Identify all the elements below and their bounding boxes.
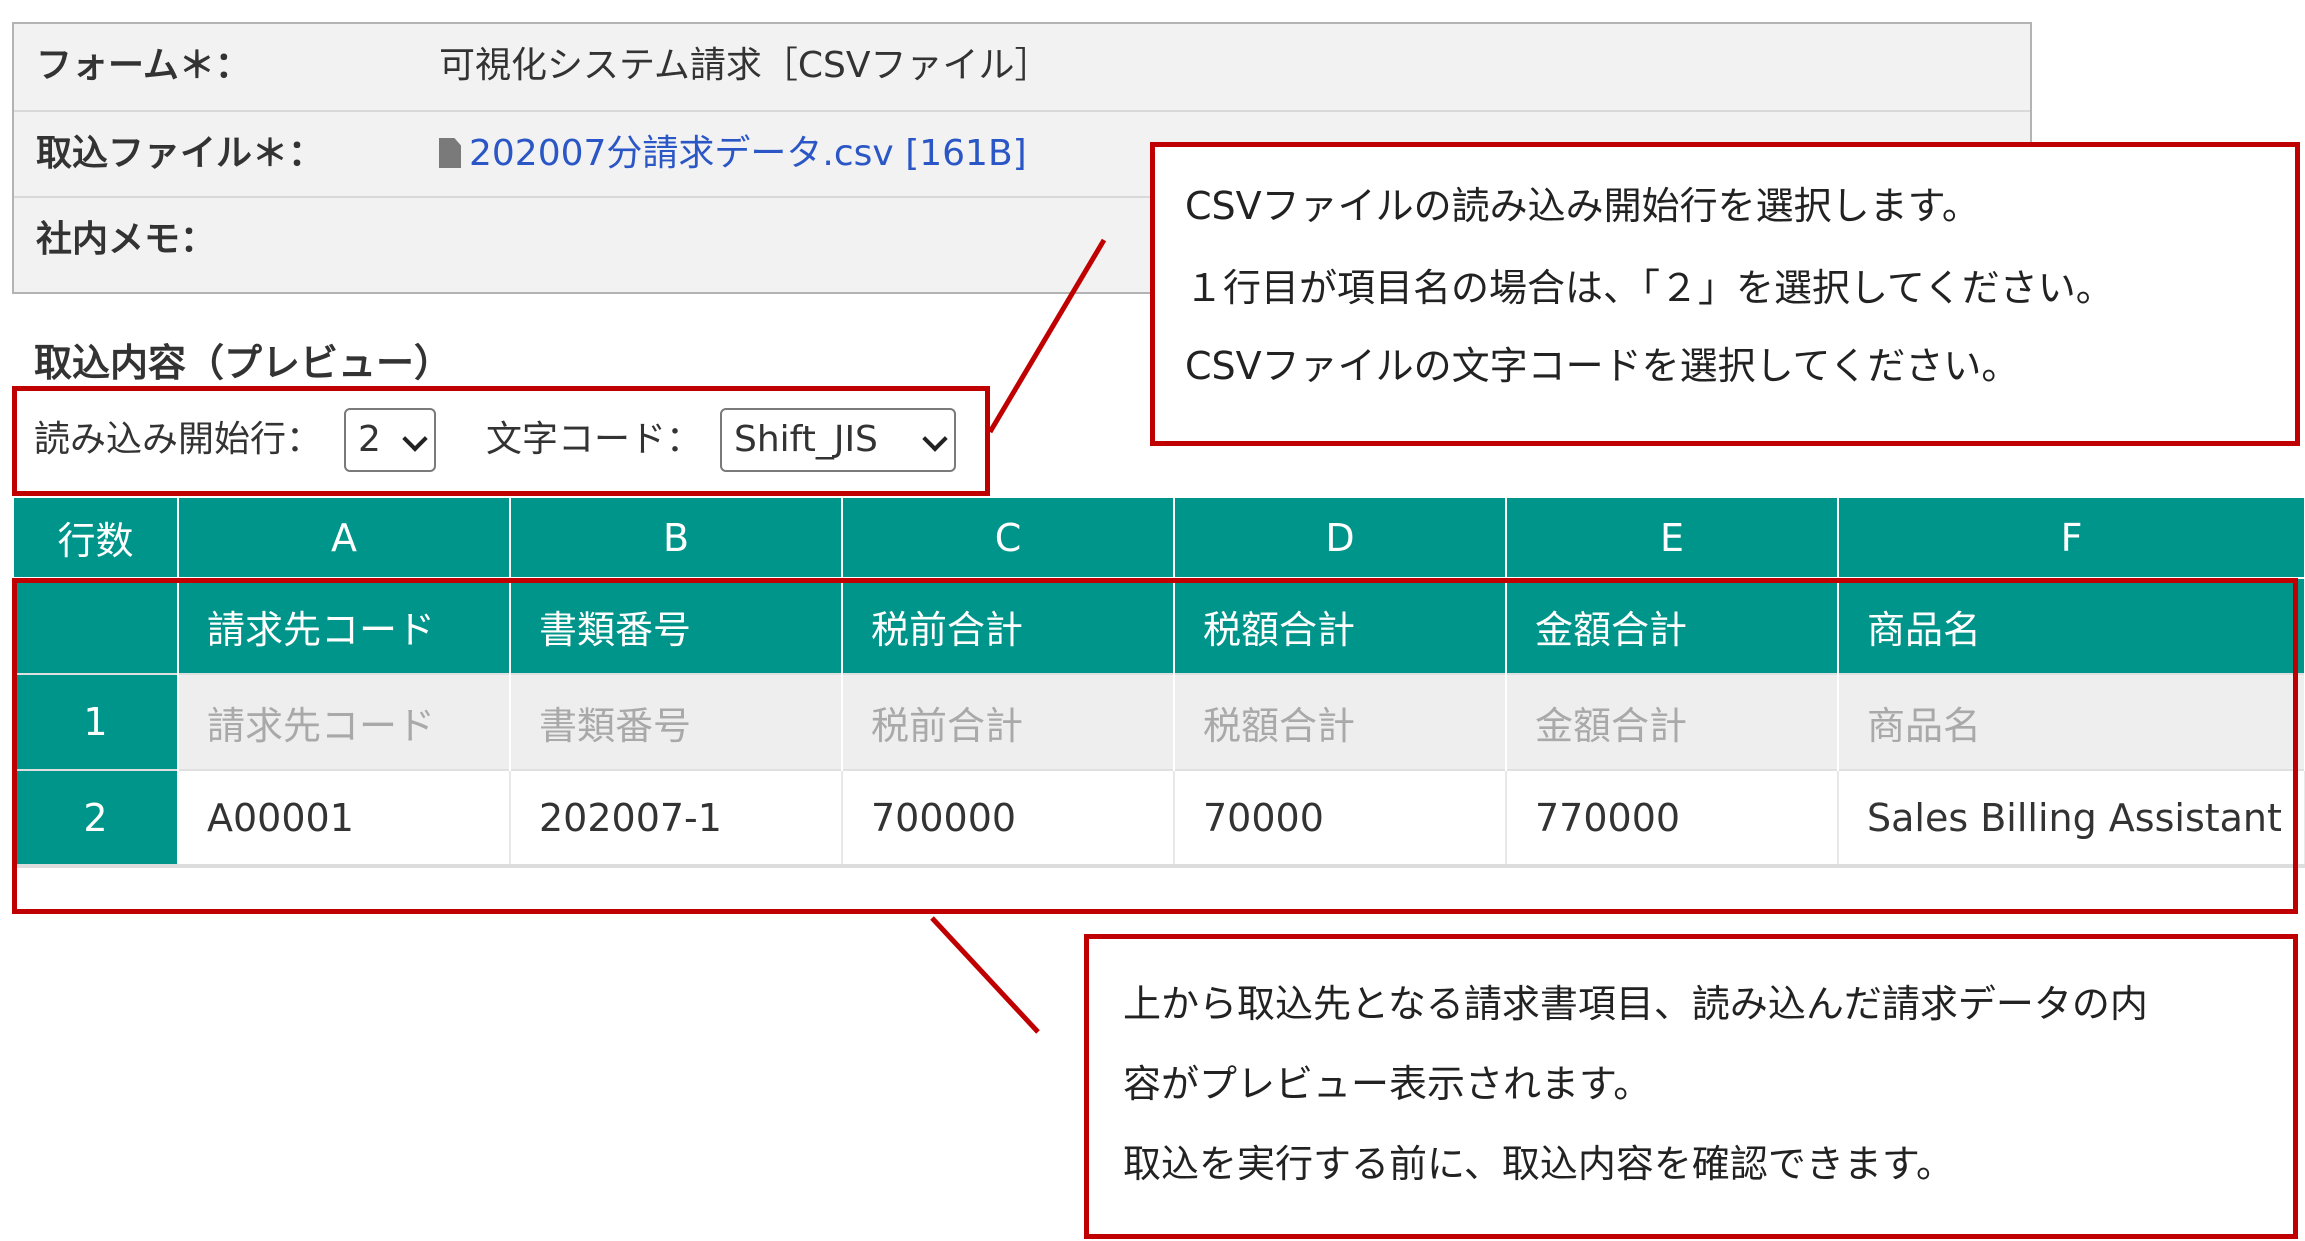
callout-bottom: 上から取込先となる請求書項目、読み込んだ請求データの内 容がプレビュー表示されま… xyxy=(1084,934,2298,1239)
callout-text: 容がプレビュー表示されます。 xyxy=(1123,1062,1652,1106)
callout-text: １行目が項目名の場合は、「２」を選択してください。 xyxy=(1185,266,2114,310)
callout-text: CSVファイルの文字コードを選択してください。 xyxy=(1185,344,2020,388)
callout-connector-bottom xyxy=(930,916,1040,1034)
callout-connector-top xyxy=(987,238,1107,434)
callout-text: 上から取込先となる請求書項目、読み込んだ請求データの内 xyxy=(1123,982,2148,1026)
callout-top: CSVファイルの読み込み開始行を選択します。 １行目が項目名の場合は、「２」を選… xyxy=(1150,142,2300,446)
callout-text: CSVファイルの読み込み開始行を選択します。 xyxy=(1185,184,1980,228)
callout-text: 取込を実行する前に、取込内容を確認できます。 xyxy=(1123,1142,1955,1186)
